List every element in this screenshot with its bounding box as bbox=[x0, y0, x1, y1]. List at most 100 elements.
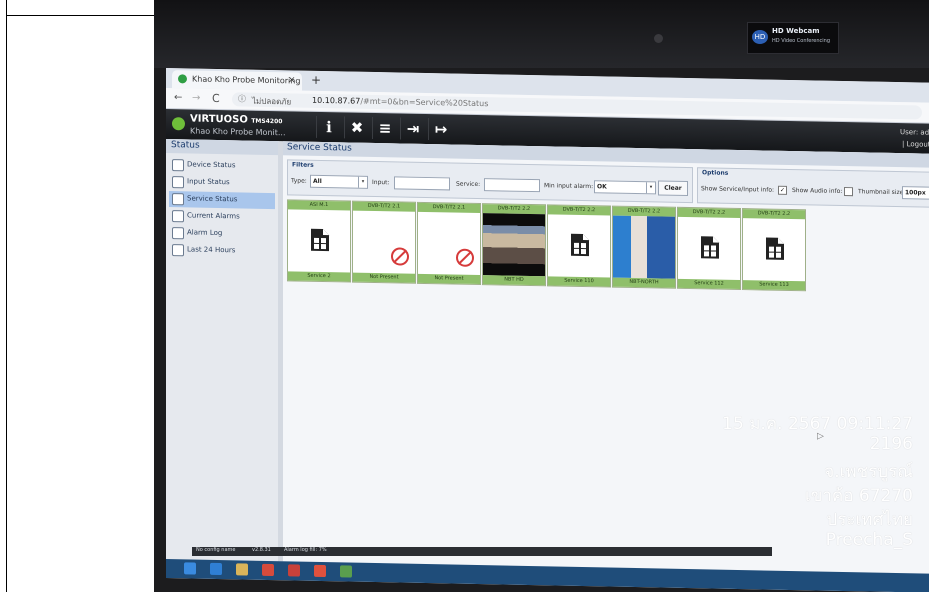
options-group: Options Show Service/Input info: ✓ Show … bbox=[697, 167, 929, 208]
sidebar-item-current-alarms[interactable]: Current Alarms bbox=[169, 208, 275, 226]
log-icon bbox=[172, 227, 184, 240]
no-signal-icon bbox=[456, 248, 474, 267]
document-grid-icon bbox=[311, 228, 329, 252]
camera-lens bbox=[654, 34, 663, 43]
thumbnail-image bbox=[548, 214, 610, 277]
margin-line-vertical bbox=[6, 0, 7, 592]
sidebar-item-alarm-log[interactable]: Alarm Log bbox=[169, 225, 275, 243]
thumbnail-image bbox=[418, 212, 480, 275]
sidebar-item-label: Device Status bbox=[187, 160, 236, 170]
app-icon[interactable] bbox=[288, 564, 300, 577]
device-icon bbox=[172, 159, 184, 172]
webcam-subtitle: HD Video Conferencing bbox=[772, 38, 831, 44]
input-icon bbox=[172, 176, 184, 189]
service-thumbnail[interactable]: DVB-T/T2 2.2 NBT HD bbox=[482, 203, 546, 287]
tab-favicon-icon bbox=[178, 74, 187, 84]
dropdown-arrow-icon: ▾ bbox=[358, 176, 367, 188]
type-value: All bbox=[313, 177, 322, 185]
chrome-icon[interactable] bbox=[314, 564, 326, 578]
clear-button[interactable]: Clear bbox=[658, 180, 688, 197]
page-margin bbox=[0, 0, 154, 592]
input-label: Input: bbox=[372, 178, 390, 187]
product-title: VIRTUOSO bbox=[190, 113, 248, 126]
logout-icon[interactable]: ↦ bbox=[428, 118, 453, 141]
login-icon[interactable]: ⇥ bbox=[400, 117, 425, 140]
alarm-log-fill-status: Alarm log fill: 7% bbox=[284, 547, 327, 553]
thumb-size-label: Thumbnail size: bbox=[858, 188, 906, 197]
thumb-size-select[interactable]: 100px bbox=[902, 186, 929, 200]
sidebar-item-service-status[interactable]: Service Status bbox=[169, 191, 275, 210]
url-text: 10.10.87.67/#mt=0&bn=Service%20Status bbox=[312, 96, 488, 108]
options-title: Options bbox=[702, 169, 729, 177]
thumbnail-input-label: ASI M.1 bbox=[309, 201, 329, 209]
thumbnail-image bbox=[743, 218, 805, 281]
show-service-checkbox[interactable]: ✓ bbox=[778, 185, 787, 195]
start-icon[interactable] bbox=[184, 562, 196, 575]
folder-icon[interactable] bbox=[236, 563, 248, 576]
thumbnail-image bbox=[353, 211, 415, 274]
sidebar-item-label: Alarm Log bbox=[187, 228, 223, 238]
service-label: Service: bbox=[456, 180, 481, 189]
dropdown-arrow-icon: ▾ bbox=[646, 182, 655, 194]
thumbnail-image bbox=[288, 209, 350, 272]
site-info-icon[interactable]: ⓘ bbox=[238, 93, 246, 104]
thumbnail-input-label: DVB-T/T2 2.2 bbox=[627, 207, 661, 215]
thumbnail-service-footer: Service 110 bbox=[548, 276, 610, 287]
service-thumbnail[interactable]: DVB-T/T2 2.1 Not Present bbox=[417, 201, 481, 286]
ie-icon[interactable] bbox=[210, 562, 222, 576]
service-thumbnail[interactable]: DVB-T/T2 2.2 Service 113 bbox=[742, 208, 806, 292]
tab-close-button[interactable]: × bbox=[288, 75, 296, 85]
min-alarm-value: OK bbox=[597, 183, 607, 191]
overlay-district: เขาค้อ 67270 bbox=[804, 486, 913, 506]
tools-icon[interactable]: ✖ bbox=[344, 116, 369, 139]
thumbnail-service-label: Not Present bbox=[434, 275, 464, 282]
show-audio-checkbox[interactable] bbox=[844, 187, 853, 197]
probe-app-icon[interactable] bbox=[340, 565, 352, 578]
tab-title: Khao Kho Probe Monitoring bbox=[192, 74, 301, 86]
media-icon[interactable] bbox=[262, 563, 274, 577]
service-thumbnail[interactable]: DVB-T/T2 2.2 Service 110 bbox=[547, 204, 611, 288]
info-icon[interactable]: ℹ bbox=[316, 115, 341, 139]
service-thumbnail[interactable]: DVB-T/T2 2.2 Service 112 bbox=[677, 206, 741, 291]
service-filter-field[interactable] bbox=[484, 178, 540, 193]
thumbnail-input-label: DVB-T/T2 2.1 bbox=[432, 204, 466, 211]
forward-button[interactable]: → bbox=[192, 92, 200, 103]
thumbnail-service-label: Service 113 bbox=[759, 281, 789, 288]
monitor-icon bbox=[172, 193, 184, 206]
show-audio-label: Show Audio info: bbox=[792, 187, 843, 195]
thumbnail-input-label: DVB-T/T2 2.2 bbox=[562, 206, 596, 214]
sidebar-item-last-24-hours[interactable]: Last 24 Hours bbox=[169, 242, 275, 260]
security-label: ไม่ปลอดภัย bbox=[252, 96, 292, 107]
thumbnail-input-label: DVB-T/T2 2.2 bbox=[757, 210, 791, 217]
sidebar-item-device-status[interactable]: Device Status bbox=[169, 157, 275, 175]
sidebar-item-label: Input Status bbox=[187, 177, 230, 187]
show-service-label: Show Service/Input info: bbox=[701, 185, 775, 194]
thumbnail-service-footer: Service 2 bbox=[288, 271, 350, 282]
back-button[interactable]: ← bbox=[174, 92, 182, 103]
type-select[interactable]: All ▾ bbox=[310, 174, 368, 189]
app-status-bar: No config name v2.8.31 Alarm log fill: 7… bbox=[192, 547, 772, 556]
sidebar-header: Status bbox=[166, 139, 278, 156]
thumbnail-service-label: Service 112 bbox=[694, 280, 724, 287]
sidebar-item-input-status[interactable]: Input Status bbox=[169, 174, 275, 192]
min-alarm-select[interactable]: OK ▾ bbox=[594, 180, 656, 195]
alarm-icon bbox=[172, 210, 184, 223]
logout-link[interactable]: | Logout bbox=[902, 140, 929, 149]
thumbnail-service-footer: NBT HD bbox=[483, 275, 545, 286]
reload-button[interactable]: C bbox=[212, 92, 220, 105]
service-thumbnail[interactable]: DVB-T/T2 2.2 NBT-NORTH bbox=[612, 205, 676, 289]
status-sidebar: Status Device Status Input Status Service … bbox=[166, 139, 279, 562]
filters-title: Filters bbox=[292, 161, 314, 169]
margin-line-horizontal bbox=[6, 15, 154, 16]
sidebar-title: Status bbox=[171, 140, 200, 151]
thumbnail-service-label: Service 110 bbox=[564, 277, 594, 285]
new-tab-button[interactable]: + bbox=[311, 73, 321, 87]
document-grid-icon bbox=[571, 233, 589, 257]
service-thumbnail[interactable]: ASI M.1 Service 2 bbox=[287, 199, 351, 283]
overlay-author: Preecha_S bbox=[825, 530, 913, 550]
thumbnail-input-label: DVB-T/T2 2.1 bbox=[367, 202, 401, 210]
url-path: /#mt=0&bn=Service%20Status bbox=[360, 96, 489, 109]
server-icon[interactable]: ≡ bbox=[372, 116, 397, 140]
input-filter-field[interactable] bbox=[394, 176, 450, 191]
service-thumbnail[interactable]: DVB-T/T2 2.1 Not Present bbox=[352, 200, 416, 284]
